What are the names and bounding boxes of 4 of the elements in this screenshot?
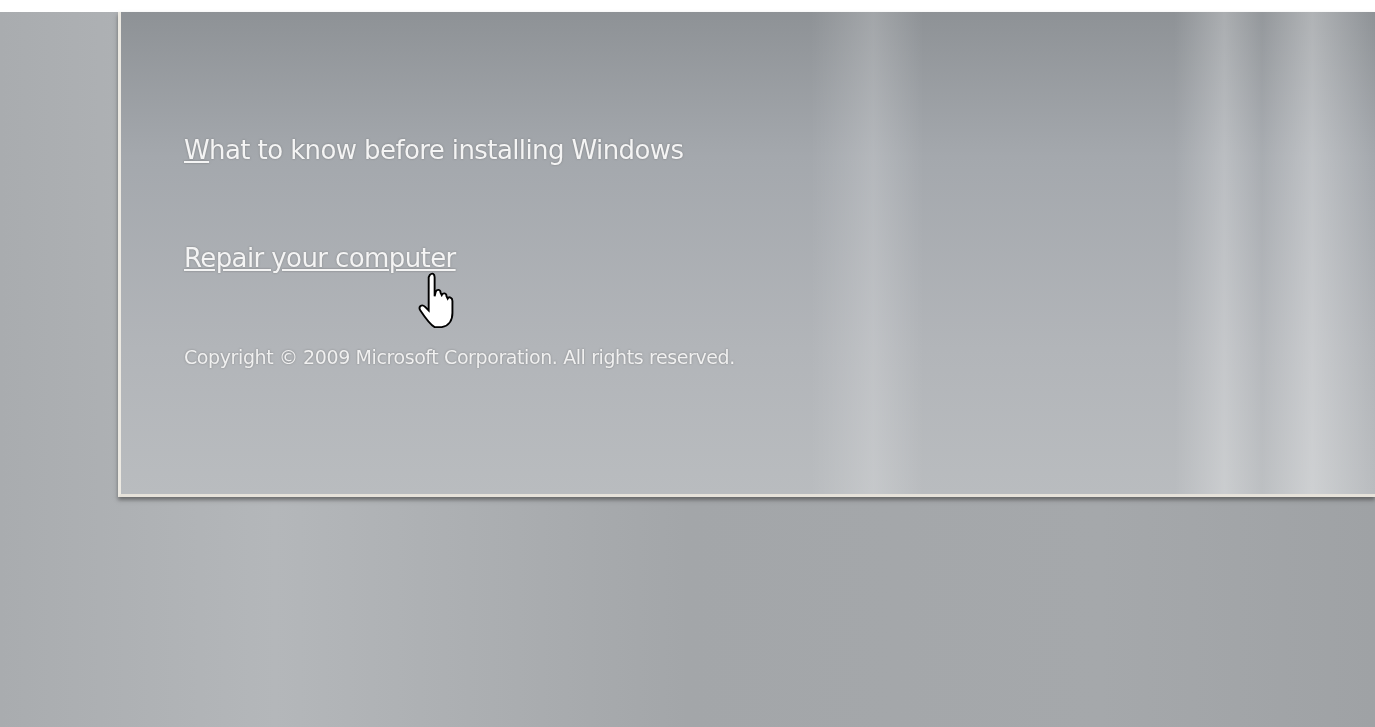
- link[interactable]: What to know before installing Windows: [184, 135, 684, 165]
- link[interactable]: Repair your computer: [184, 243, 456, 273]
- copyright-text: Copyright © 2009 Microsoft Corporation. All rights reserved.: [184, 346, 736, 368]
- hand-cursor-icon: [418, 272, 456, 330]
